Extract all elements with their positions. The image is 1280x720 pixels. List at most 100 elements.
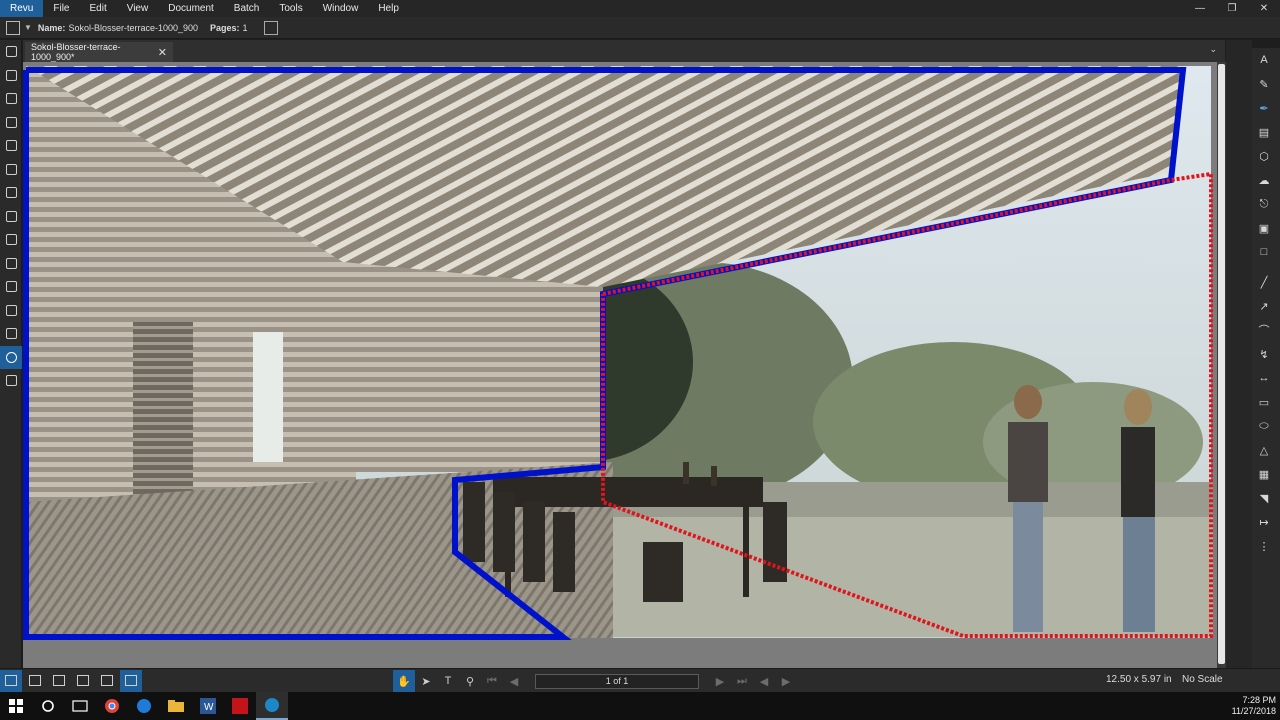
page-number-field[interactable]: 1 of 1 (535, 673, 699, 689)
menu-tools[interactable]: Tools (269, 0, 312, 17)
restore-icon[interactable]: ❐ (1216, 0, 1248, 17)
arrow-icon[interactable]: ↗ (1252, 294, 1276, 318)
zoom-icon[interactable]: ⚲ (459, 670, 481, 692)
reuse-tool-icon[interactable] (120, 669, 142, 692)
clock-time: 7:28 PM (1242, 695, 1276, 705)
previous-view-icon[interactable]: ◀ (753, 670, 775, 692)
word-icon[interactable]: W (192, 692, 224, 720)
rectangle-icon[interactable]: ▭ (1252, 390, 1276, 414)
task-view-icon[interactable] (64, 692, 96, 720)
search-icon[interactable] (0, 345, 22, 369)
page-dimensions: 12.50 x 5.97 in (1106, 674, 1172, 685)
document-icon[interactable] (6, 20, 20, 35)
vertical-scrollbar[interactable] (1217, 62, 1226, 668)
snapshot-icon[interactable]: □ (1252, 240, 1276, 264)
close-icon[interactable]: ✕ (1248, 0, 1280, 17)
panel-list-icon[interactable] (0, 669, 22, 692)
first-page-icon[interactable]: ⏮ (481, 670, 503, 692)
callout-icon[interactable]: ▤ (1252, 120, 1276, 144)
dimension-icon[interactable]: ↔ (1252, 366, 1276, 390)
sketch-icon[interactable]: ▦ (1252, 462, 1276, 486)
menu-batch[interactable]: Batch (224, 0, 270, 17)
thumbnails-icon[interactable] (0, 40, 22, 64)
tab-title: Sokol-Blosser-terrace-1000_900* (31, 42, 121, 62)
previous-page-icon[interactable]: ◀ (503, 670, 525, 692)
search-circle-icon[interactable] (32, 692, 64, 720)
count-icon[interactable]: ⋮ (1252, 534, 1276, 558)
measurements-icon[interactable] (0, 205, 22, 229)
split-horizontal-icon[interactable] (72, 670, 94, 692)
menu-window[interactable]: Window (313, 0, 369, 17)
text-icon[interactable]: A (1252, 48, 1276, 72)
menu-edit[interactable]: Edit (79, 0, 116, 17)
stamp-icon[interactable]: ⎋ (1252, 192, 1276, 216)
menu-help[interactable]: Help (368, 0, 409, 17)
split-vertical-icon[interactable] (48, 670, 70, 692)
cloud-icon[interactable]: ☁ (1252, 168, 1276, 192)
menu-revu[interactable]: Revu (0, 0, 44, 17)
signatures-icon[interactable] (0, 134, 22, 158)
select-text-icon[interactable]: T (437, 670, 459, 692)
print-icon[interactable] (0, 322, 22, 346)
file-explorer-icon[interactable] (160, 692, 192, 720)
settings-icon[interactable] (0, 181, 22, 205)
pages-label: Pages: (210, 22, 240, 33)
polyline-icon[interactable]: ↯ (1252, 342, 1276, 366)
minimize-icon[interactable]: — (1184, 0, 1216, 17)
windows-start-icon[interactable] (0, 692, 32, 720)
links-icon[interactable] (0, 158, 22, 182)
stamp-icon[interactable] (0, 299, 22, 323)
navigation-controls: ✋ ➤ T ⚲ ⏮ ◀ 1 of 1 ▶ ⏭ ◀ ▶ (393, 670, 797, 692)
measure-icon[interactable]: ↦ (1252, 510, 1276, 534)
menu-file[interactable]: File (43, 0, 79, 17)
highlight-icon[interactable]: ✎ (1252, 72, 1276, 96)
properties-icon[interactable] (0, 275, 22, 299)
scrollbar-thumb[interactable] (1218, 64, 1225, 664)
edge-icon[interactable] (128, 692, 160, 720)
file-access-icon[interactable] (0, 111, 22, 135)
document-tab[interactable]: Sokol-Blosser-terrace-1000_900* ✕ (25, 42, 173, 62)
tool-chest-icon[interactable] (0, 252, 22, 276)
arc-icon[interactable]: ⌒ (1252, 318, 1276, 342)
page-setup-icon[interactable] (263, 20, 278, 35)
bookmarks-icon[interactable] (0, 64, 22, 88)
revu-taskbar-icon[interactable] (256, 692, 288, 720)
next-page-icon[interactable]: ▶ (709, 670, 731, 692)
line-icon[interactable]: ╱ (1252, 270, 1276, 294)
menu-bar: Revu File Edit View Document Batch Tools… (0, 0, 1280, 17)
name-value: Sokol-Blosser-terrace-1000_900 (68, 22, 199, 33)
markups-list-icon[interactable] (0, 228, 22, 252)
status-bar: ✋ ➤ T ⚲ ⏮ ◀ 1 of 1 ▶ ⏭ ◀ ▶ 12.50 x 5.97 … (0, 668, 1280, 692)
windows-taskbar: W 7:28 PM 11/27/2018 (0, 692, 1280, 720)
select-tool-icon[interactable]: ➤ (415, 670, 437, 692)
single-page-icon[interactable] (24, 670, 46, 692)
clock-date: 11/27/2018 (1231, 706, 1276, 716)
chrome-icon[interactable] (96, 692, 128, 720)
chevron-down-icon[interactable]: ▼ (24, 23, 32, 32)
image-icon[interactable]: ▣ (1252, 216, 1276, 240)
ellipse-icon[interactable]: ⬭ (1252, 414, 1276, 438)
close-tab-icon[interactable]: ✕ (158, 46, 167, 59)
scale-readout[interactable]: No Scale (1182, 674, 1223, 685)
acrobat-icon[interactable] (224, 692, 256, 720)
pan-tool-icon[interactable]: ✋ (393, 670, 415, 692)
tab-list-chevron-icon[interactable]: ⌄ (1209, 44, 1217, 55)
next-view-icon[interactable]: ▶ (775, 670, 797, 692)
area-icon[interactable]: △ (1252, 438, 1276, 462)
pen-icon[interactable]: ✒ (1252, 96, 1276, 120)
document-tabs: Sokol-Blosser-terrace-1000_900* ✕ ⌄ (23, 40, 1225, 62)
pages-value: 1 (242, 22, 248, 33)
menu-view[interactable]: View (117, 0, 159, 17)
name-label: Name: (37, 22, 66, 33)
layers-icon[interactable] (0, 87, 22, 111)
menu-document[interactable]: Document (158, 0, 224, 17)
last-page-icon[interactable]: ⏭ (731, 670, 753, 692)
sets-icon[interactable] (0, 369, 22, 393)
svg-text:W: W (204, 702, 214, 713)
polygon-icon[interactable]: ⬡ (1252, 144, 1276, 168)
document-canvas[interactable] (23, 62, 1217, 668)
crop-icon[interactable]: ◥ (1252, 486, 1276, 510)
system-clock[interactable]: 7:28 PM 11/27/2018 (1232, 695, 1276, 717)
sync-icon[interactable] (96, 670, 118, 692)
markup-toolbar: A ✎ ✒ ▤ ⬡ ☁ ⎋ ▣ □ ╱ ↗ ⌒ ↯ ↔ ▭ ⬭ △ ▦ ◥ ↦ … (1252, 48, 1280, 668)
